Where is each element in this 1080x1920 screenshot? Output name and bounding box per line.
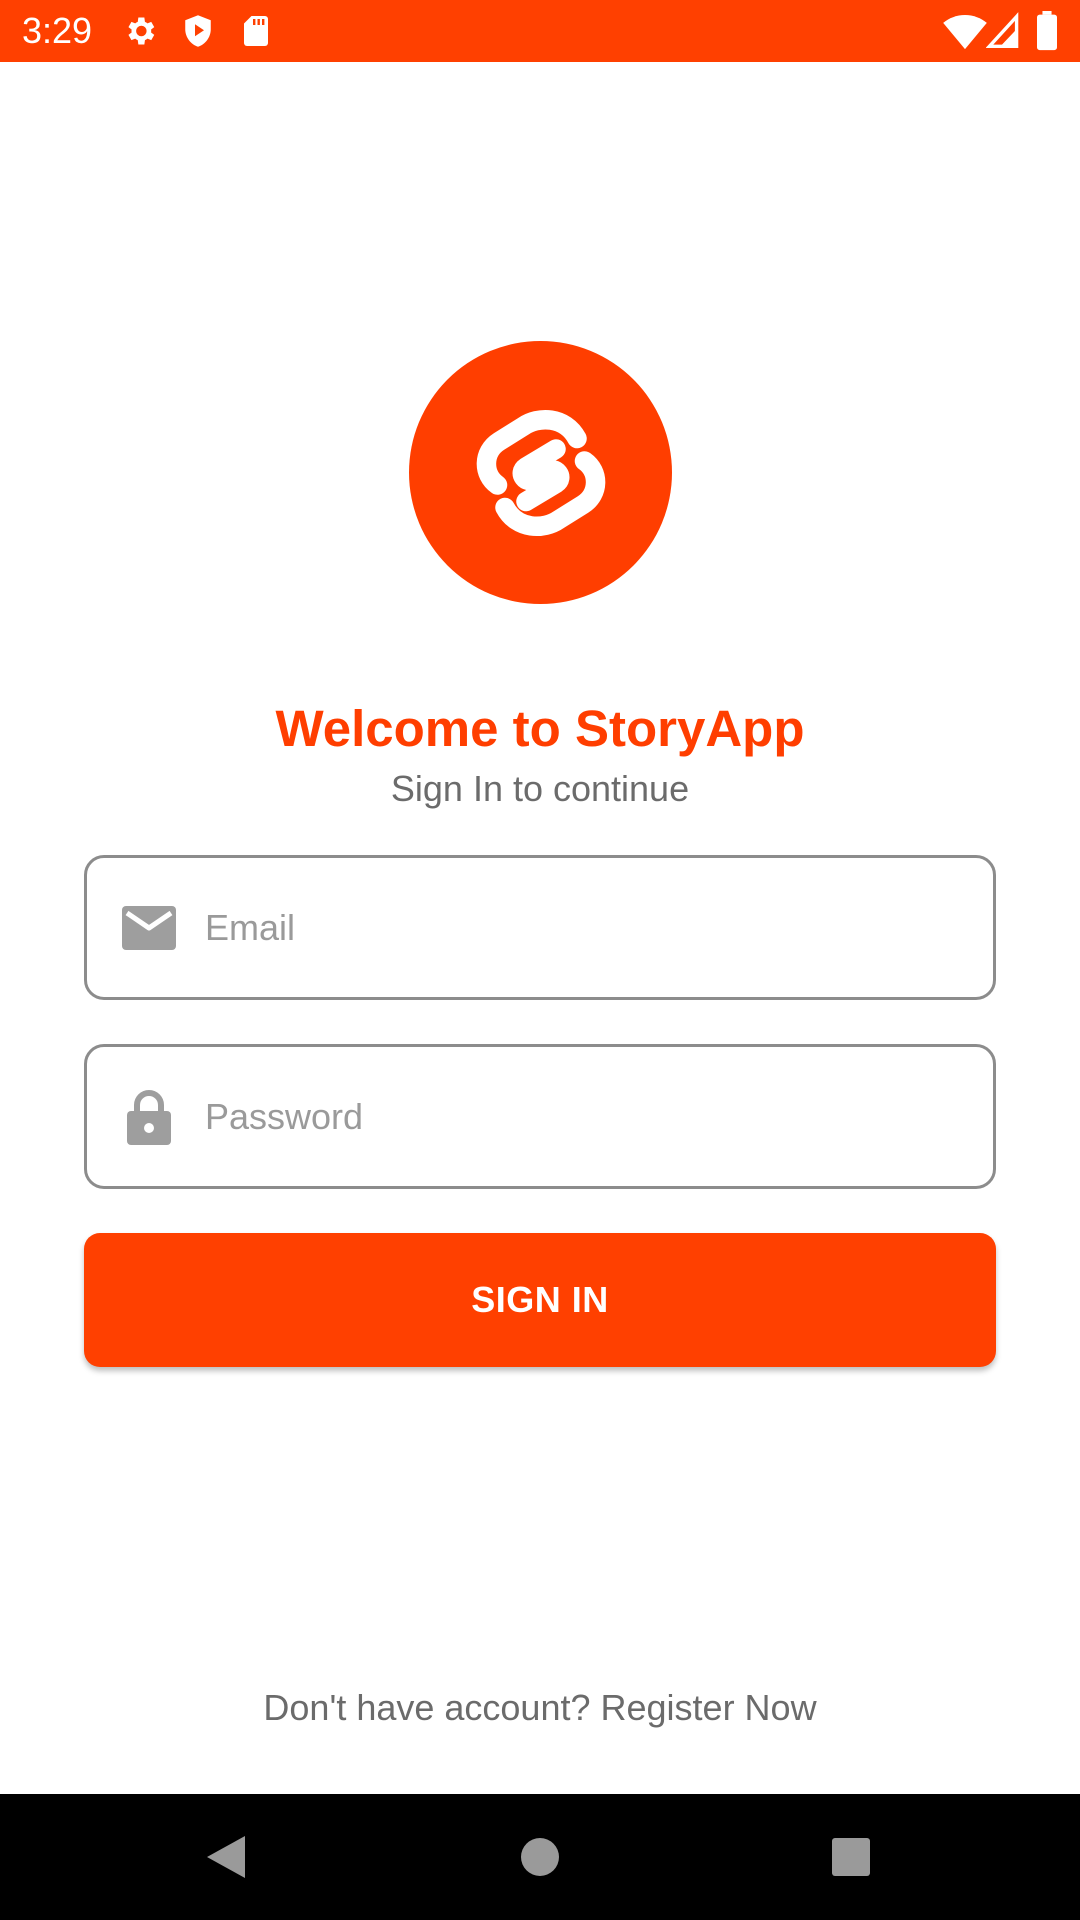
status-bar: 3:29 xyxy=(0,0,1080,62)
register-link[interactable]: Don't have account? Register Now xyxy=(0,1684,1080,1732)
password-field[interactable] xyxy=(84,1044,996,1189)
cell-signal-icon xyxy=(986,12,1019,48)
sign-in-screen: 3:29 Welcome to StoryApp Sign In to cont… xyxy=(0,0,1080,1920)
sign-in-button[interactable]: SIGN IN xyxy=(84,1233,996,1367)
mail-icon xyxy=(121,898,177,958)
welcome-title: Welcome to StoryApp xyxy=(275,700,805,757)
home-button[interactable] xyxy=(470,1794,610,1920)
email-field[interactable] xyxy=(84,855,996,1000)
home-icon xyxy=(521,1838,559,1876)
back-button[interactable] xyxy=(156,1794,296,1920)
subtitle: Sign In to continue xyxy=(390,768,690,809)
lock-icon xyxy=(121,1087,177,1147)
navigation-bar xyxy=(0,1794,1080,1920)
svelte-logo-icon xyxy=(476,409,605,536)
wifi-icon xyxy=(943,15,987,50)
password-input[interactable] xyxy=(205,1047,973,1186)
recents-icon xyxy=(832,1838,870,1876)
recents-button[interactable] xyxy=(781,1794,921,1920)
email-input[interactable] xyxy=(205,858,973,997)
shield-play-icon xyxy=(185,15,211,47)
status-time: 3:29 xyxy=(22,10,93,51)
app-logo xyxy=(409,341,672,604)
battery-icon xyxy=(1037,11,1057,51)
back-icon xyxy=(207,1836,245,1878)
sd-card-icon xyxy=(244,16,268,46)
settings-gear-icon xyxy=(128,17,155,45)
